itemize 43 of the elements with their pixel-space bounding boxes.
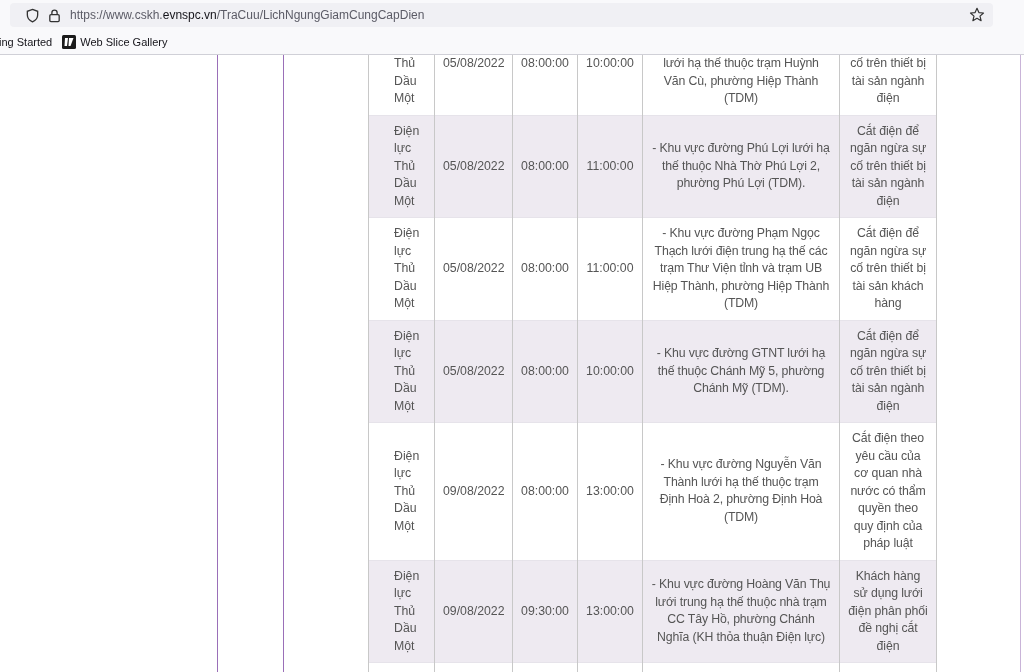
table-cell-text: Điện lực Thủ Dầu Một — [394, 327, 421, 415]
table-cell: - Khu vực đường Phú Lợi lưới hạ thế thuộc Nhà Thờ Phú Lợi 2, phường Phú Lợi (TDM). — [652, 141, 830, 190]
address-bar[interactable]: https://www.cskh.evnspc.vn/TraCuu/LichNgungGiamCungCapDien — [10, 3, 993, 27]
table-cell: - Khu vực đường Nguyễn Văn Thành lưới hạ thế thuộc trạm Định Hoà 2, phường Định Hoà (TDM) — [659, 457, 823, 524]
shield-icon[interactable] — [25, 7, 40, 23]
table-cell: Cắt điện để ngăn ngừa sự cố trên thiết bị tài sản ngành điện — [849, 123, 927, 208]
lock-icon[interactable] — [47, 7, 62, 23]
table-cell: lưới hạ thế thuộc trạm Huỳnh Văn Cù, phường Hiệp Thành (TDM) — [663, 56, 819, 105]
table-cell-text: Thủ Dầu Một — [394, 55, 418, 107]
table-cell: 09/08/2022 — [443, 603, 505, 618]
table-cell: - Khu vực đường GTNT lưới hạ thế thuộc Chánh Mỹ 5, phường Chánh Mỹ (TDM). — [656, 346, 826, 395]
table-cell: 10:00:00 — [586, 56, 634, 70]
table-cell: - Khu vực đường Hoàng Văn Thụ lưới trung hạ thế thuộc nhà trạm CC Tây Hồ, phường Chánh Nghĩa (KH thỏa thuận Điện lực) — [651, 577, 831, 644]
table-cell: 11:00:00 — [586, 158, 634, 173]
table-cell: 08:00:00 — [521, 261, 569, 275]
table-cell-text: Điện lực Thủ Dầu Một — [394, 447, 421, 535]
star-icon[interactable] — [969, 7, 985, 23]
web-slice-icon — [62, 35, 77, 49]
table-cell-text: Điện lực Thủ Dầu Một — [394, 225, 421, 312]
table-cell: Khách hàng sử dụng lưới điện phân phối đề nghị cắt điện — [848, 568, 928, 653]
table-cell: 10:00:00 — [586, 363, 634, 378]
table-cell: 13:00:00 — [586, 603, 634, 618]
table-cell: 08:00:00 — [521, 158, 569, 173]
table-cell: 05/08/2022 — [443, 261, 505, 275]
table-cell: 05/08/2022 — [443, 158, 505, 173]
table-cell-text: Điện lực Thủ Dầu Một — [394, 122, 421, 210]
table-cell: Cắt điện để ngăn ngừa sự cố trên thiết bị tài sản khách hàng — [849, 226, 927, 310]
table-cell: 08:00:00 — [521, 363, 569, 378]
bookmark[interactable]: Web Slice Gallery — [62, 35, 168, 49]
table-cell: 05/08/2022 — [443, 56, 505, 70]
table-cell: 13:00:00 — [586, 483, 634, 498]
table-cell: 09:30:00 — [521, 603, 569, 618]
table-cell: 11:00:00 — [586, 261, 634, 275]
table-cell: Cắt điện để ngăn ngừa sự cố trên thiết bị tài sản ngành điện — [849, 328, 927, 413]
table-cell-text: Điện lực Thủ Dầu Một — [394, 567, 421, 655]
table-cell: cố trên thiết bị tài sản ngành điện — [850, 56, 926, 105]
table-cell: 08:00:00 — [521, 56, 569, 70]
table-cell: 08:00:00 — [521, 483, 569, 498]
bookmark[interactable]: ing Started — [0, 36, 53, 48]
table-cell: 05/08/2022 — [443, 363, 505, 378]
table-cell: Cắt điện theo yêu cầu của cơ quan nhà nước có thẩm quyền theo quy định của pháp luật — [850, 431, 926, 550]
table-cell: 09/08/2022 — [443, 483, 505, 498]
table-cell: - Khu vực đường Phạm Ngọc Thạch lưới điện trung hạ thế các trạm Thư Viện tỉnh và trạm UB Hiệp Thành, phường Hiệp Thành (TDM) — [652, 226, 830, 310]
